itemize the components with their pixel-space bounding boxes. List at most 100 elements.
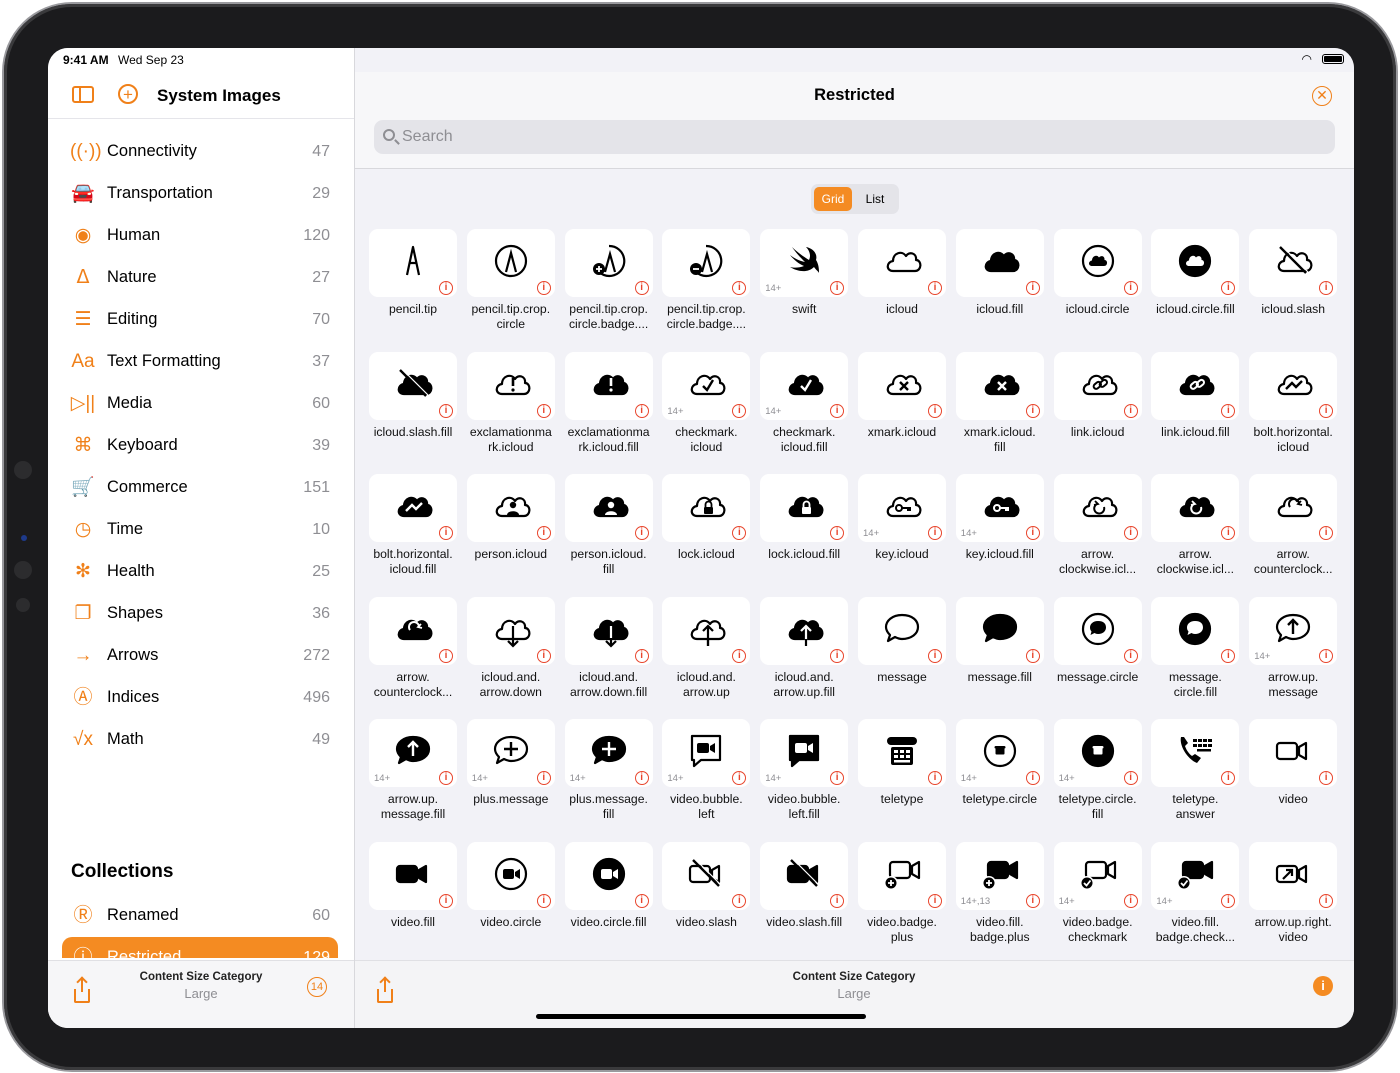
symbol-tile[interactable]: i (858, 351, 946, 420)
restricted-info-icon[interactable]: i (1221, 648, 1236, 663)
symbol-cell[interactable]: i message.circle (1053, 596, 1144, 717)
symbol-tile[interactable]: i (369, 474, 457, 542)
symbol-tile[interactable]: i (858, 229, 946, 297)
symbol-tile[interactable]: i (858, 596, 946, 665)
restricted-info-icon[interactable]: i (536, 648, 551, 663)
symbol-tile[interactable]: 14+ i (662, 351, 751, 420)
sidebar-item-human[interactable]: ◉ Human 120 (62, 215, 338, 257)
symbol-cell[interactable]: i exclamationma rk.icloud.fill (564, 351, 655, 472)
symbol-cell[interactable]: i icloud.fill (955, 229, 1046, 349)
symbol-tile[interactable]: i (466, 229, 555, 297)
symbol-tile[interactable]: 14+ i (564, 719, 653, 787)
view-segmented-control[interactable]: Grid List (811, 184, 899, 214)
symbol-tile[interactable]: i (466, 351, 555, 420)
close-icon[interactable]: ✕ (1312, 86, 1332, 106)
restricted-info-icon[interactable]: i (1123, 403, 1138, 418)
restricted-info-icon[interactable]: i (1025, 893, 1040, 908)
restricted-info-icon[interactable]: i (928, 648, 942, 663)
sidebar-item-shapes[interactable]: ❐ Shapes 36 (62, 593, 338, 635)
symbol-tile[interactable]: i (1151, 596, 1240, 665)
symbol-tile[interactable]: i (1151, 719, 1240, 787)
symbol-tile[interactable]: i (662, 841, 751, 910)
restricted-info-icon[interactable]: i (928, 771, 942, 785)
restricted-info-icon[interactable]: i (634, 893, 649, 908)
symbol-cell[interactable]: i teletype (858, 719, 948, 839)
sidebar-item-text-formatting[interactable]: Aa Text Formatting 37 (62, 341, 338, 383)
symbol-cell[interactable]: i icloud.slash.fill (369, 351, 459, 472)
symbol-tile[interactable]: i (1053, 474, 1142, 542)
symbol-cell[interactable]: i link.icloud (1053, 351, 1144, 472)
symbol-cell[interactable]: i video.circle (466, 841, 557, 962)
version-badge-icon[interactable]: 14 (307, 977, 327, 997)
restricted-info-icon[interactable]: i (536, 893, 551, 908)
sidebar-item-time[interactable]: ◷ Time 10 (62, 509, 338, 551)
restricted-info-icon[interactable]: i (732, 648, 747, 663)
content-size-value[interactable]: Large (101, 986, 301, 1001)
search-input[interactable]: Search (374, 120, 1335, 154)
restricted-info-icon[interactable]: i (1123, 526, 1138, 540)
restricted-info-icon[interactable]: i (439, 648, 453, 663)
symbol-tile[interactable]: i (564, 596, 653, 665)
restricted-info-icon[interactable]: i (830, 648, 845, 663)
sidebar-item-nature[interactable]: ᐃ Nature 27 (62, 257, 338, 299)
symbol-cell[interactable]: 14+ i swift (760, 229, 850, 349)
symbol-tile[interactable]: i (1249, 474, 1338, 542)
symbol-cell[interactable]: i message.fill (955, 596, 1046, 717)
symbol-tile[interactable]: i (466, 596, 555, 665)
symbol-cell[interactable]: 14+ i video.badge. checkmark (1053, 841, 1144, 962)
restricted-info-icon[interactable]: i (1221, 403, 1236, 418)
symbol-cell[interactable]: i xmark.icloud (858, 351, 948, 472)
symbol-cell[interactable]: i teletype. answer (1151, 719, 1241, 839)
symbol-tile[interactable]: i (1249, 229, 1338, 297)
restricted-info-icon[interactable]: i (439, 893, 453, 908)
restricted-info-icon[interactable]: i (1123, 281, 1138, 295)
symbol-cell[interactable]: i arrow.up.right. video (1249, 841, 1339, 962)
sidebar-item-media[interactable]: ▷|| Media 60 (62, 383, 338, 425)
symbol-tile[interactable]: i (1053, 229, 1142, 297)
sidebar-item-connectivity[interactable]: ((·)) Connectivity 47 (62, 131, 338, 173)
restricted-info-icon[interactable]: i (732, 281, 747, 295)
symbol-tile[interactable]: i (564, 841, 653, 910)
symbol-tile[interactable]: i (369, 351, 457, 420)
symbol-cell[interactable]: 14+ i plus.message (466, 719, 557, 839)
symbol-cell[interactable]: 14+ i key.icloud (858, 474, 948, 594)
symbol-cell[interactable]: i pencil.tip.crop. circle.badge.... (662, 229, 752, 349)
symbol-tile[interactable]: 14+ i (369, 719, 457, 787)
symbol-tile[interactable]: i (564, 229, 653, 297)
restricted-info-icon[interactable]: i (1319, 281, 1334, 295)
restricted-info-icon[interactable]: i (1123, 648, 1138, 663)
restricted-info-icon[interactable]: i (830, 893, 845, 908)
restricted-info-icon[interactable]: i (634, 771, 649, 785)
symbol-tile[interactable]: 14+ i (1053, 841, 1142, 910)
restricted-info-icon[interactable]: i (1025, 281, 1040, 295)
symbol-tile[interactable]: i (760, 841, 849, 910)
restricted-info-icon[interactable]: i (928, 526, 942, 540)
symbol-cell[interactable]: i person.icloud (466, 474, 557, 594)
restricted-info-icon[interactable]: i (1319, 893, 1334, 908)
sidebar-item-editing[interactable]: ☰ Editing 70 (62, 299, 338, 341)
symbol-tile[interactable]: i (1151, 229, 1240, 297)
symbol-tile[interactable]: 14+ i (1151, 841, 1240, 910)
symbol-cell[interactable]: i link.icloud.fill (1151, 351, 1241, 472)
symbol-cell[interactable]: i pencil.tip.crop. circle.badge.... (564, 229, 655, 349)
symbol-cell[interactable]: i lock.icloud.fill (760, 474, 850, 594)
symbol-tile[interactable]: 14+ i (760, 229, 849, 297)
symbol-tile[interactable]: i (1053, 596, 1142, 665)
symbol-cell[interactable]: i arrow. clockwise.icl... (1053, 474, 1144, 594)
restricted-info-icon[interactable]: i (634, 281, 649, 295)
sidebar-item-math[interactable]: √x Math 49 (62, 719, 338, 761)
symbol-cell[interactable]: i video.circle.fill (564, 841, 655, 962)
symbol-tile[interactable]: i (466, 474, 555, 542)
symbol-cell[interactable]: i icloud.circle (1053, 229, 1144, 349)
restricted-info-icon[interactable]: i (634, 403, 649, 418)
symbol-cell[interactable]: i video.slash.fill (760, 841, 850, 962)
symbol-tile[interactable]: i (662, 474, 751, 542)
symbol-tile[interactable]: i (1249, 841, 1338, 910)
symbol-cell[interactable]: 14+ i video.fill. badge.check... (1151, 841, 1241, 962)
segment-grid[interactable]: Grid (814, 187, 852, 211)
symbol-cell[interactable]: i icloud.and. arrow.up (662, 596, 752, 717)
symbol-tile[interactable]: i (1249, 719, 1338, 787)
symbol-cell[interactable]: i icloud.circle.fill (1151, 229, 1241, 349)
restricted-info-icon[interactable]: i (830, 771, 845, 785)
info-icon[interactable]: i (1313, 976, 1333, 996)
